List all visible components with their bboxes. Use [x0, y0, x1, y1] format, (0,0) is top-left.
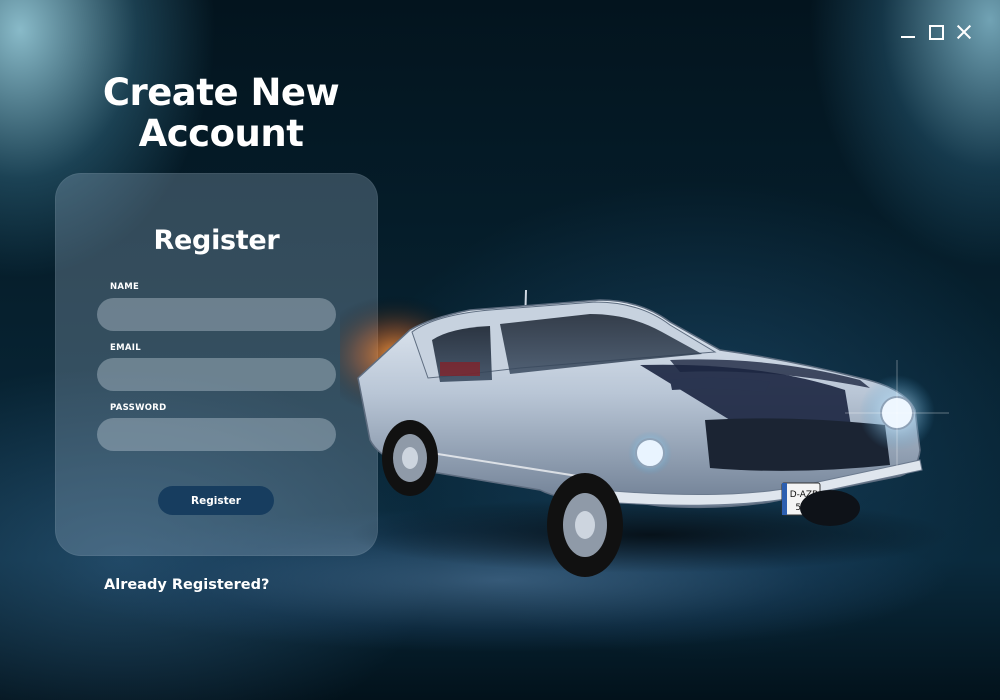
page-title-line1: Create New: [102, 71, 340, 114]
register-window: Create New Account Register NAME EMAIL P…: [0, 0, 1000, 700]
maximize-icon[interactable]: [928, 24, 944, 40]
name-label: NAME: [110, 282, 140, 292]
window-controls: [900, 24, 972, 40]
register-button[interactable]: Register: [158, 486, 274, 515]
register-heading: Register: [153, 225, 280, 256]
minimize-icon[interactable]: [900, 24, 916, 40]
email-input[interactable]: [97, 358, 336, 391]
email-label: EMAIL: [110, 343, 141, 353]
password-label: PASSWORD: [110, 403, 167, 413]
register-card: Register NAME EMAIL PASSWORD Register: [55, 173, 378, 556]
password-input[interactable]: [97, 418, 336, 451]
page-title-line2: Account: [138, 112, 304, 155]
close-icon[interactable]: [956, 24, 972, 40]
name-input[interactable]: [97, 298, 336, 331]
already-registered-link[interactable]: Already Registered?: [104, 577, 269, 593]
page-title: Create New Account: [90, 72, 352, 154]
car-image: D-AZB 530: [340, 270, 980, 600]
